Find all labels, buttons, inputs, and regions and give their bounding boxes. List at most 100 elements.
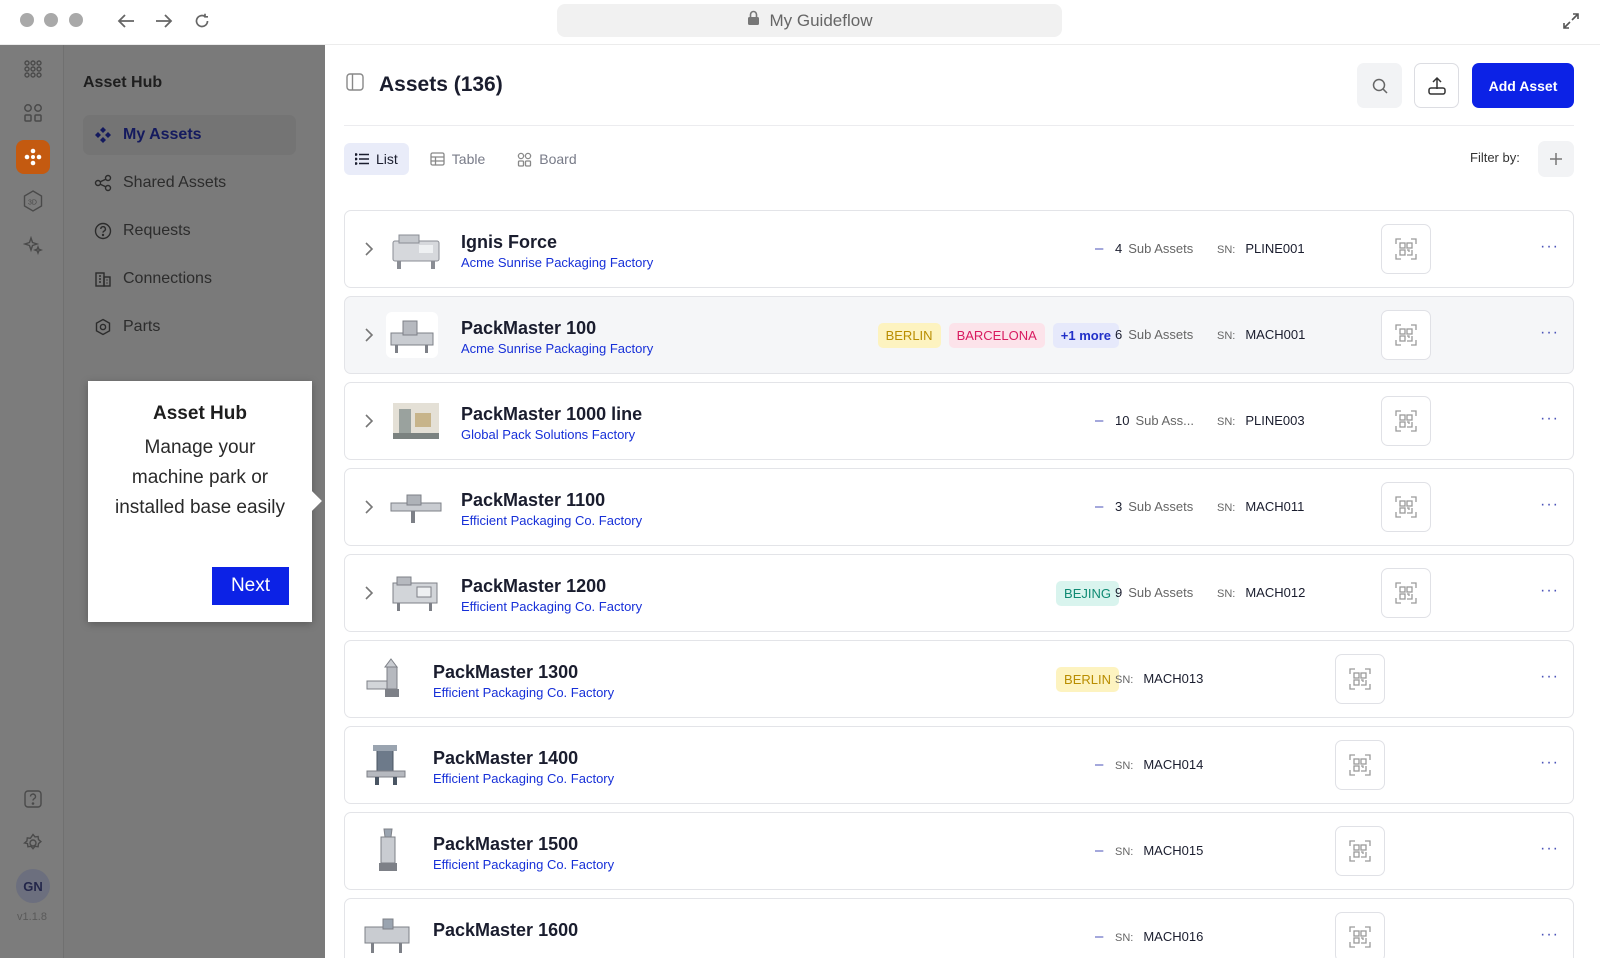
- window-close-dot[interactable]: [20, 13, 34, 27]
- next-button[interactable]: Next: [212, 567, 289, 605]
- asset-hub-icon[interactable]: [16, 140, 50, 174]
- tab-list[interactable]: List: [344, 143, 409, 175]
- expand-icon[interactable]: [1558, 8, 1584, 34]
- board-icon: [518, 152, 532, 167]
- sub-assets-count[interactable]: 10 Sub Ass...: [1115, 413, 1194, 428]
- table-row[interactable]: PackMaster 1600 – SN: MACH016 ···: [344, 898, 1574, 958]
- location-tag[interactable]: BARCELONA: [948, 323, 1045, 348]
- table-row[interactable]: PackMaster 1400 Efficient Packaging Co. …: [344, 726, 1574, 804]
- more-options-icon[interactable]: ···: [1540, 496, 1559, 514]
- window-maximize-dot[interactable]: [69, 13, 83, 27]
- lock-icon: [747, 10, 760, 31]
- sub-assets-count[interactable]: 4 Sub Assets: [1115, 241, 1193, 256]
- reload-icon[interactable]: [189, 8, 215, 34]
- upload-button[interactable]: [1414, 63, 1459, 108]
- table-row[interactable]: PackMaster 1100 Efficient Packaging Co. …: [344, 468, 1574, 546]
- forward-arrow-icon[interactable]: [151, 8, 177, 34]
- asset-name[interactable]: PackMaster 1300: [433, 662, 578, 683]
- chevron-right-icon[interactable]: [359, 325, 379, 345]
- settings-gear-icon[interactable]: [16, 826, 50, 860]
- table-row[interactable]: PackMaster 1500 Efficient Packaging Co. …: [344, 812, 1574, 890]
- back-arrow-icon[interactable]: [113, 8, 139, 34]
- asset-name[interactable]: PackMaster 1400: [433, 748, 578, 769]
- chevron-right-icon[interactable]: [359, 583, 379, 603]
- tab-table[interactable]: Table: [419, 143, 496, 175]
- machine-thumbnail-icon: [366, 658, 399, 697]
- chevron-right-icon[interactable]: [359, 239, 379, 259]
- sub-assets-count[interactable]: 9 Sub Assets: [1115, 585, 1193, 600]
- sub-assets-count[interactable]: 3 Sub Assets: [1115, 499, 1193, 514]
- qr-code-button[interactable]: [1381, 568, 1431, 618]
- asset-location-link[interactable]: Acme Sunrise Packaging Factory: [461, 341, 653, 356]
- asset-location-link[interactable]: Efficient Packaging Co. Factory: [433, 685, 614, 700]
- asset-name[interactable]: PackMaster 1500: [433, 834, 578, 855]
- help-icon[interactable]: [16, 782, 50, 816]
- asset-name[interactable]: PackMaster 1100: [461, 490, 605, 511]
- table-row[interactable]: Ignis Force Acme Sunrise Packaging Facto…: [344, 210, 1574, 288]
- asset-location-link[interactable]: Efficient Packaging Co. Factory: [461, 599, 642, 614]
- tab-label: List: [376, 151, 398, 167]
- sidebar-item-connections[interactable]: Connections: [83, 259, 296, 299]
- 3d-cube-icon[interactable]: 3D: [16, 184, 50, 218]
- guide-tooltip: Asset Hub Manage your machine park or in…: [88, 381, 312, 622]
- more-tags-badge[interactable]: +1 more: [1052, 323, 1119, 348]
- table-row[interactable]: PackMaster 1300 Efficient Packaging Co. …: [344, 640, 1574, 718]
- qr-code-button[interactable]: [1381, 224, 1431, 274]
- sub-assets-count[interactable]: 6 Sub Assets: [1115, 327, 1193, 342]
- more-options-icon[interactable]: ···: [1540, 324, 1559, 342]
- guide-text: Manage your machine park or installed ba…: [114, 437, 286, 518]
- chevron-right-icon[interactable]: [359, 497, 379, 517]
- search-button[interactable]: [1357, 63, 1402, 108]
- qr-code-button[interactable]: [1381, 482, 1431, 532]
- add-filter-button[interactable]: [1538, 141, 1574, 177]
- more-options-icon[interactable]: ···: [1540, 582, 1559, 600]
- asset-name[interactable]: Ignis Force: [461, 232, 557, 253]
- asset-location-link[interactable]: Efficient Packaging Co. Factory: [433, 857, 614, 872]
- more-options-icon[interactable]: ···: [1540, 410, 1559, 428]
- asset-location-link[interactable]: Efficient Packaging Co. Factory: [461, 513, 642, 528]
- location-tag[interactable]: BERLIN: [1056, 667, 1119, 692]
- asset-location-link[interactable]: Efficient Packaging Co. Factory: [433, 771, 614, 786]
- more-options-icon[interactable]: ···: [1540, 754, 1559, 772]
- chevron-right-icon[interactable]: [359, 411, 379, 431]
- sidebar-item-label: Parts: [123, 318, 161, 335]
- asset-name[interactable]: PackMaster 1200: [461, 576, 606, 597]
- asset-name[interactable]: PackMaster 1600: [433, 920, 578, 941]
- table-row[interactable]: PackMaster 100 Acme Sunrise Packaging Fa…: [344, 296, 1574, 374]
- sidebar-item-requests[interactable]: Requests: [83, 211, 296, 251]
- sidebar-item-parts[interactable]: Parts: [83, 307, 296, 347]
- page-title: Assets (136): [379, 72, 503, 96]
- location-tag[interactable]: BERLIN: [877, 323, 941, 348]
- apps-grid-icon[interactable]: [16, 52, 50, 86]
- asset-location-link[interactable]: Acme Sunrise Packaging Factory: [461, 255, 653, 270]
- qr-code-button[interactable]: [1335, 912, 1385, 958]
- qr-code-button[interactable]: [1335, 654, 1385, 704]
- table-row[interactable]: PackMaster 1000 line Global Pack Solutio…: [344, 382, 1574, 460]
- dashboard-icon[interactable]: [16, 96, 50, 130]
- more-options-icon[interactable]: ···: [1540, 668, 1559, 686]
- location-tag[interactable]: BEJING: [1056, 581, 1119, 606]
- sidebar-item-shared-assets[interactable]: Shared Assets: [83, 163, 296, 203]
- more-options-icon[interactable]: ···: [1540, 926, 1559, 944]
- tab-board[interactable]: Board: [506, 143, 587, 175]
- more-options-icon[interactable]: ···: [1540, 840, 1559, 858]
- address-bar[interactable]: My Guideflow: [557, 4, 1062, 37]
- qr-code-button[interactable]: [1381, 396, 1431, 446]
- window-minimize-dot[interactable]: [44, 13, 58, 27]
- sidebar-item-my-assets[interactable]: My Assets: [83, 115, 296, 155]
- asset-location-link[interactable]: Global Pack Solutions Factory: [461, 427, 635, 442]
- more-options-icon[interactable]: ···: [1540, 238, 1559, 256]
- avatar[interactable]: GN: [16, 869, 50, 903]
- qr-code-button[interactable]: [1335, 826, 1385, 876]
- panel-toggle-icon[interactable]: [345, 72, 365, 97]
- asset-name[interactable]: PackMaster 100: [461, 318, 596, 339]
- serial-number: SN: MACH001: [1217, 327, 1306, 342]
- serial-number: SN: MACH011: [1217, 499, 1305, 514]
- qr-code-button[interactable]: [1381, 310, 1431, 360]
- table-row[interactable]: PackMaster 1200 Efficient Packaging Co. …: [344, 554, 1574, 632]
- hex-gear-icon: [93, 317, 113, 337]
- add-asset-button[interactable]: Add Asset: [1472, 63, 1574, 108]
- sparkles-icon[interactable]: [16, 228, 50, 262]
- qr-code-button[interactable]: [1335, 740, 1385, 790]
- asset-name[interactable]: PackMaster 1000 line: [461, 404, 642, 425]
